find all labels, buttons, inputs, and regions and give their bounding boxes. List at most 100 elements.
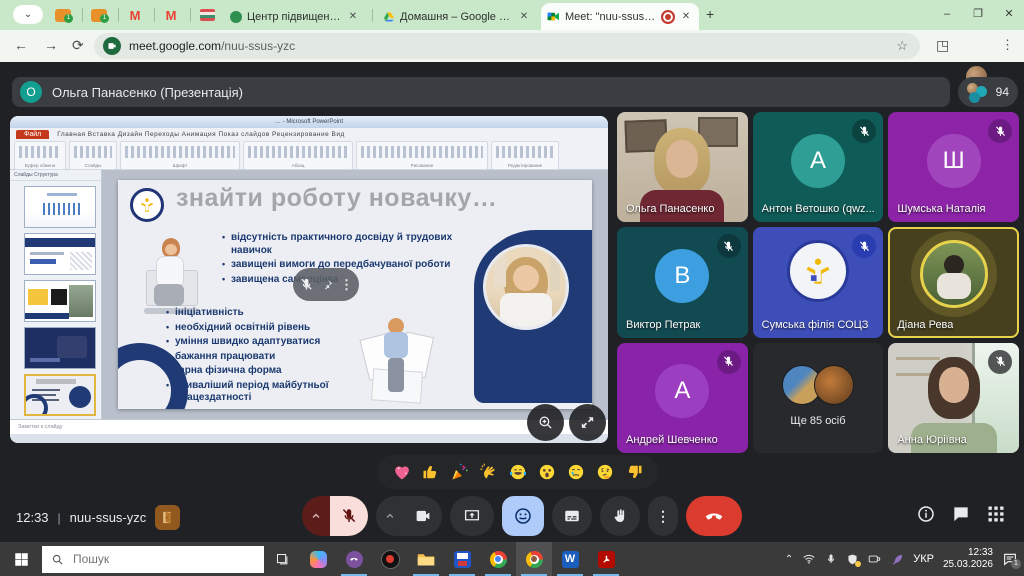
unread-badge: 1: [64, 14, 73, 23]
pinned-tab-gmail2[interactable]: M: [160, 4, 182, 26]
smiley-icon: [513, 506, 533, 526]
forward-button[interactable]: →: [44, 37, 58, 53]
captions-button[interactable]: [552, 496, 592, 536]
close-icon[interactable]: ✕: [346, 10, 360, 24]
browser-menu-button[interactable]: ⋮: [1001, 37, 1014, 53]
employment-service-logo: [130, 188, 164, 222]
pinned-tab-mail2[interactable]: 1: [88, 4, 110, 26]
slide-thumbnail-5-current[interactable]: [24, 374, 96, 416]
kebab-icon[interactable]: ⋮: [340, 277, 353, 293]
tile-olha-panasenko[interactable]: Ольга Панасенко: [617, 112, 748, 222]
tab-employment-center[interactable]: Центр підвищення кваліфікац ✕: [224, 3, 366, 30]
reaction-tears-of-joy-icon[interactable]: [508, 462, 528, 482]
tile-sumska-filia-socz[interactable]: Сумська філія СОЦЗ: [753, 227, 884, 337]
tile-shumska-natalia[interactable]: Ш Шумська Наталія: [888, 112, 1019, 222]
word-app-icon[interactable]: W: [552, 542, 588, 576]
close-icon[interactable]: ✕: [517, 10, 531, 24]
desktop-screen: ⌄ 1 1 M M Центр підвищення кваліфікац ✕ …: [0, 0, 1024, 576]
reaction-crying-icon[interactable]: [566, 462, 586, 482]
address-bar[interactable]: meet.google.com /nuu-ssus-yzc ☆: [94, 33, 920, 59]
meeting-code: nuu-ssus-yzc: [70, 510, 147, 525]
power-plug-icon[interactable]: [868, 553, 882, 565]
file-explorer-icon[interactable]: [408, 542, 444, 576]
reaction-thumbs-down-icon[interactable]: [624, 462, 644, 482]
hidden-icons-button[interactable]: ⌃: [785, 554, 793, 565]
participant-name: Ольга Панасенко: [626, 203, 715, 215]
fullscreen-button[interactable]: [569, 404, 606, 441]
taskbar-search[interactable]: [42, 546, 264, 573]
chrome-active-window-icon[interactable]: [516, 542, 552, 576]
activities-grid-button[interactable]: [986, 504, 1006, 524]
mic-off-icon: [722, 355, 735, 368]
ribbon-group: Рисование: [356, 141, 488, 170]
tab-google-drive[interactable]: Домашня – Google Диск ✕: [377, 3, 537, 30]
kebab-icon: ⋮: [1001, 37, 1014, 52]
participants-count-pill[interactable]: 94: [958, 77, 1018, 107]
forward-arrow-icon: →: [44, 37, 58, 53]
pinned-tab-other[interactable]: [196, 4, 218, 26]
tile-more-participants[interactable]: Ще 85 осіб: [753, 343, 884, 453]
copilot-app-icon[interactable]: [300, 542, 336, 576]
reaction-clapping-hands-icon[interactable]: [479, 462, 499, 482]
medoc-app-icon[interactable]: [444, 542, 480, 576]
pin-icon[interactable]: [320, 278, 334, 292]
tile-viktor-petrak[interactable]: В Виктор Петрак: [617, 227, 748, 337]
pinned-tab-gmail1[interactable]: M: [124, 4, 146, 26]
raise-hand-button[interactable]: [600, 496, 640, 536]
new-tab-button[interactable]: +: [706, 6, 714, 22]
reactions-button-active[interactable]: [502, 496, 544, 536]
window-minimize-button[interactable]: –: [932, 0, 962, 28]
window-close-button[interactable]: ✕: [994, 0, 1024, 28]
recorder-app-icon[interactable]: [372, 542, 408, 576]
viber-app-icon[interactable]: [336, 542, 372, 576]
tile-diana-reva-active-speaker[interactable]: Діана Рева: [888, 227, 1019, 337]
tab-meet-active[interactable]: Meet: "nuu-ssus-yzc" ✕: [541, 3, 699, 30]
camera-options-button[interactable]: [376, 496, 404, 536]
site-info-icon[interactable]: [103, 37, 121, 55]
stressed-woman-photo: [486, 247, 566, 327]
mic-toggle-button-muted[interactable]: [330, 496, 368, 536]
pinned-tab-mail1[interactable]: 1: [52, 4, 74, 26]
more-options-button[interactable]: ⋮: [648, 496, 678, 536]
search-input[interactable]: [71, 551, 235, 567]
reaction-party-popper-icon[interactable]: [450, 462, 470, 482]
shared-screen-tile[interactable]: … - Microsoft PowerPoint Файл Главная Вс…: [10, 116, 608, 443]
slide-thumbnail-2: [24, 233, 96, 275]
camera-toggle-button[interactable]: [404, 496, 442, 536]
close-icon[interactable]: ✕: [679, 10, 693, 24]
reload-button[interactable]: ⟳: [72, 37, 84, 54]
start-button[interactable]: [0, 542, 42, 576]
acrobat-app-icon[interactable]: [588, 542, 624, 576]
mic-off-icon: [858, 125, 871, 138]
reaction-astonished-icon[interactable]: [537, 462, 557, 482]
defender-shield-icon[interactable]: [846, 553, 859, 566]
reaction-sparkling-heart-icon[interactable]: [392, 462, 412, 482]
microphone-tray-icon[interactable]: [825, 553, 837, 565]
language-indicator[interactable]: УКР: [913, 553, 934, 565]
tile-anna-yuriivna[interactable]: Анна Юріївна: [888, 343, 1019, 453]
back-button[interactable]: ←: [14, 37, 28, 53]
chat-button[interactable]: [951, 504, 971, 524]
window-restore-button[interactable]: ❐: [963, 0, 993, 28]
meeting-details-button[interactable]: [916, 504, 936, 524]
chrome-app-icon[interactable]: [480, 542, 516, 576]
powerpoint-status-bar: [10, 434, 608, 443]
app-leaf-icon[interactable]: [891, 553, 904, 566]
clock[interactable]: 12:3325.03.2026: [943, 547, 993, 571]
task-view-button[interactable]: [264, 542, 300, 576]
zoom-in-button[interactable]: [527, 404, 564, 441]
leave-call-button[interactable]: [686, 496, 742, 536]
tile-andrey-shevchenko[interactable]: А Андрей Шевченко: [617, 343, 748, 453]
reaction-thumbs-up-icon[interactable]: [421, 462, 441, 482]
wifi-icon[interactable]: [802, 552, 816, 566]
reaction-thinking-icon[interactable]: [595, 462, 615, 482]
pinned-separator: [118, 8, 119, 22]
tab-search-button[interactable]: ⌄: [13, 5, 43, 24]
tile-anton-vetoshko[interactable]: А Антон Ветошко (qwz...: [753, 112, 884, 222]
extensions-button[interactable]: ◳: [936, 37, 949, 54]
bookmark-star-icon[interactable]: ☆: [896, 38, 908, 54]
present-screen-button[interactable]: [450, 496, 494, 536]
notification-center-button[interactable]: 1: [1002, 551, 1018, 567]
mic-off-icon[interactable]: [299, 277, 314, 292]
mic-options-button[interactable]: [302, 496, 330, 536]
